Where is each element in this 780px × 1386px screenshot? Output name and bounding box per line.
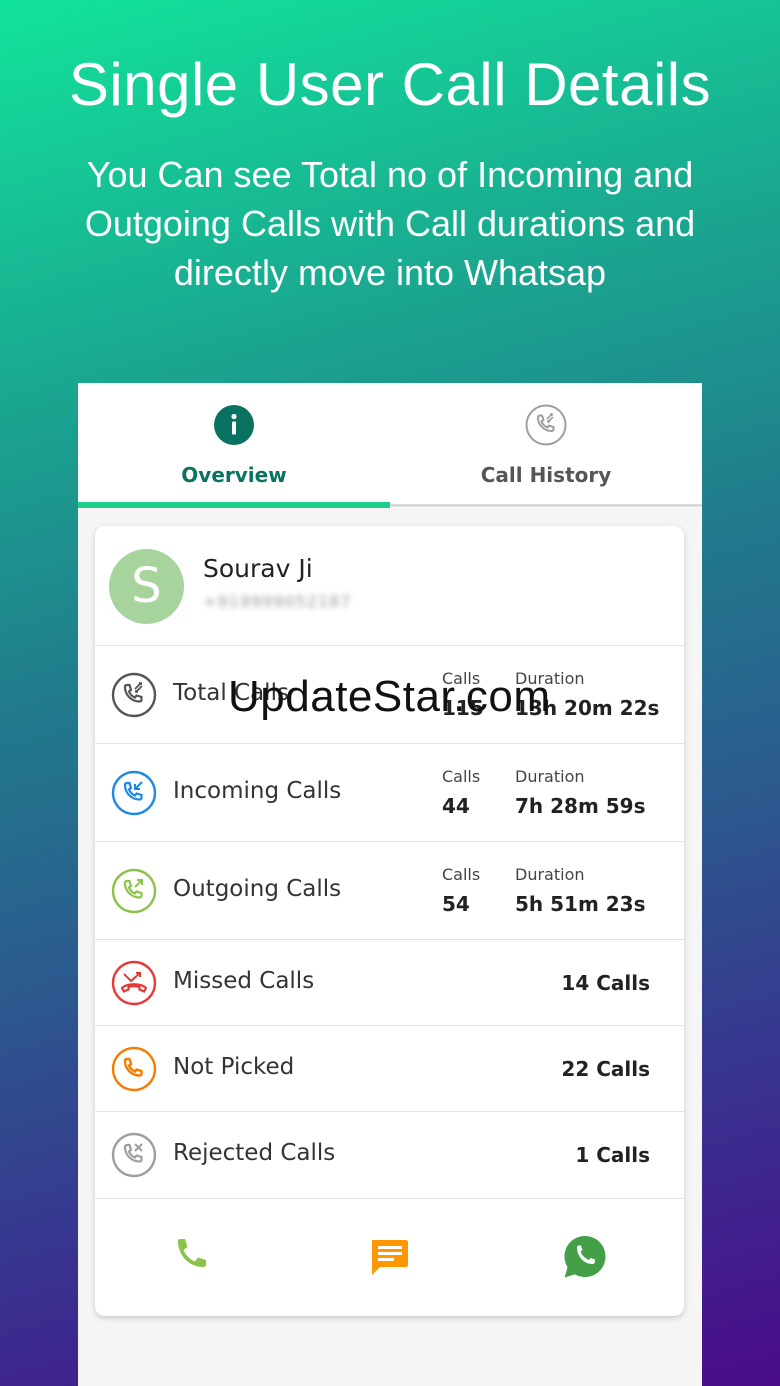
duration-caption: Duration [515, 767, 585, 786]
call-history-icon [525, 404, 567, 446]
phone-icon[interactable] [170, 1234, 216, 1280]
incoming-call-icon [111, 770, 157, 816]
duration-value: 5h 51m 23s [515, 892, 646, 916]
count-row-not-picked[interactable]: Not Picked 22 Calls [95, 1025, 684, 1112]
subtitle-line: You Can see Total no of Incoming and [86, 154, 694, 195]
calls-caption: Calls [442, 767, 481, 786]
tab-overview[interactable]: Overview [78, 383, 390, 508]
tab-bar: Overview Call History [78, 383, 702, 508]
message-icon[interactable] [366, 1234, 412, 1280]
count-label: Not Picked [173, 1054, 295, 1080]
stat-row-outgoing-calls[interactable]: Outgoing Calls Calls 54 Duration 5h 51m … [95, 841, 684, 940]
total-calls-icon [111, 672, 157, 718]
whatsapp-icon[interactable] [562, 1234, 608, 1280]
stat-label: Incoming Calls [173, 778, 342, 804]
calls-caption: Calls [442, 865, 481, 884]
not-picked-icon [111, 1046, 157, 1092]
call-summary-card: S Sourav Ji +919999052187 Total Calls Ca… [95, 526, 684, 1316]
count-row-missed-calls[interactable]: Missed Calls 14 Calls [95, 939, 684, 1026]
info-icon [214, 405, 254, 445]
page-title: Single User Call Details [68, 51, 712, 118]
avatar: S [109, 549, 184, 624]
count-row-rejected-calls[interactable]: Rejected Calls 1 Calls [95, 1111, 684, 1199]
calls-count: 44 [442, 794, 470, 818]
count-value: 1 Calls [575, 1143, 650, 1167]
tab-overview-label: Overview [181, 463, 287, 487]
count-label: Missed Calls [173, 968, 315, 994]
outgoing-call-icon [111, 868, 157, 914]
page-subtitle: You Can see Total no of Incoming and Out… [40, 150, 740, 297]
count-value: 22 Calls [561, 1057, 650, 1081]
contact-phone: +919999052187 [203, 592, 352, 611]
duration-value: 7h 28m 59s [515, 794, 646, 818]
tab-active-indicator [78, 502, 390, 508]
calls-count: 54 [442, 892, 470, 916]
tab-call-history[interactable]: Call History [390, 383, 702, 508]
phone-screen: Overview Call History S Sourav Ji +91999… [78, 383, 702, 1386]
count-label: Rejected Calls [173, 1140, 336, 1166]
watermark: UpdateStar.com [228, 672, 551, 721]
subtitle-line: directly move into Whatsap [173, 252, 607, 293]
rejected-call-icon [111, 1132, 157, 1178]
contact-header: S Sourav Ji +919999052187 [95, 526, 684, 645]
duration-caption: Duration [515, 865, 585, 884]
tab-call-history-label: Call History [480, 463, 612, 487]
contact-name: Sourav Ji [203, 554, 313, 583]
contact-actions [95, 1198, 684, 1316]
stat-label: Outgoing Calls [173, 876, 342, 902]
count-value: 14 Calls [561, 971, 650, 995]
stat-row-incoming-calls[interactable]: Incoming Calls Calls 44 Duration 7h 28m … [95, 743, 684, 842]
subtitle-line: Outgoing Calls with Call durations and [84, 203, 696, 244]
missed-call-icon [111, 960, 157, 1006]
